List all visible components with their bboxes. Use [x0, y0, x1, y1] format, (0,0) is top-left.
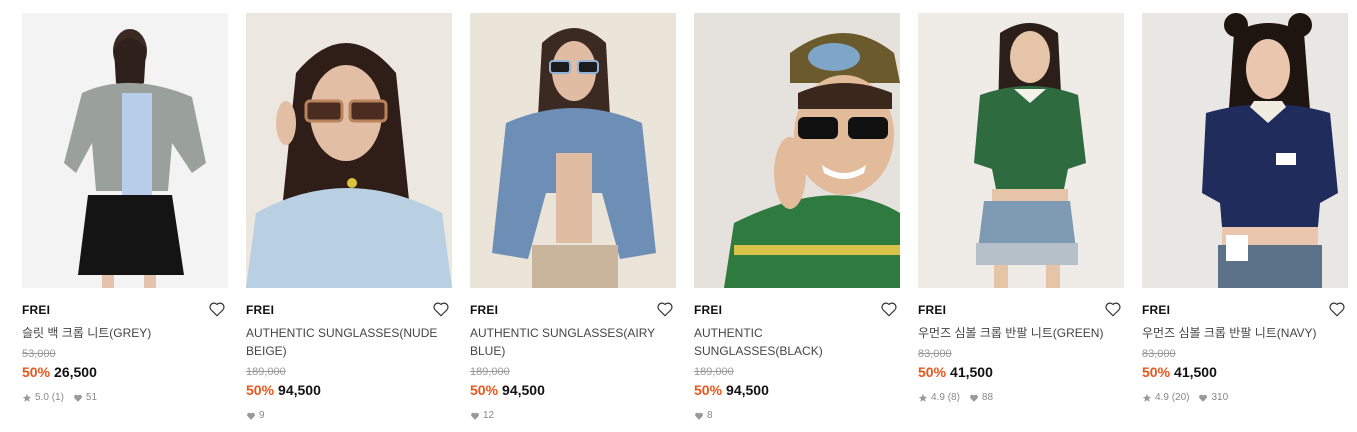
product-stats: 4.9 (20) 310 [1142, 392, 1348, 404]
discount-rate: 50% [246, 382, 275, 398]
product-image[interactable] [470, 13, 676, 288]
heart-icon [73, 393, 83, 403]
discount-rate: 50% [470, 382, 499, 398]
wishlist-heart-icon[interactable] [1104, 300, 1122, 318]
heart-icon [246, 411, 256, 421]
brand-name[interactable]: FREI [246, 303, 274, 317]
product-card[interactable]: FREI 우먼즈 심볼 크롭 반팔 니트(GREEN) 83,000 50% 41… [918, 13, 1124, 404]
like-count: 12 [483, 410, 495, 421]
original-price: 189,000 [694, 366, 734, 378]
brand-name[interactable]: FREI [918, 303, 946, 317]
product-stats: 4.9 (8) 88 [918, 392, 1124, 404]
product-image[interactable] [694, 13, 900, 288]
discount-rate: 50% [918, 364, 947, 380]
heart-icon [694, 411, 704, 421]
sale-price: 26,500 [54, 364, 97, 380]
brand-name[interactable]: FREI [1142, 303, 1170, 317]
heart-icon [969, 393, 979, 403]
review-count: (8) [947, 392, 960, 403]
product-card[interactable]: FREI 우먼즈 심볼 크롭 반팔 니트(NAVY) 83,000 50% 41,… [1142, 13, 1348, 404]
wishlist-heart-icon[interactable] [880, 300, 898, 318]
sale-price: 41,500 [1174, 364, 1217, 380]
like-count: 8 [707, 410, 713, 421]
like-count: 51 [85, 392, 98, 403]
product-stats: 9 [246, 410, 452, 422]
discount-rate: 50% [1142, 364, 1171, 380]
product-grid: FREI 슬릿 백 크롭 니트(GREY) 53,000 50% 26,500 5… [22, 13, 1352, 432]
rating-value: 5.0 [35, 392, 49, 403]
like-count: 88 [981, 392, 994, 403]
wishlist-heart-icon[interactable] [208, 300, 226, 318]
product-name[interactable]: 우먼즈 심볼 크롭 반팔 니트(NAVY) [1142, 324, 1348, 342]
product-name[interactable]: AUTHENTIC SUNGLASSES(NUDE BEIGE) [246, 324, 452, 360]
sale-price: 94,500 [502, 382, 545, 398]
brand-name[interactable]: FREI [694, 303, 722, 317]
discount-rate: 50% [694, 382, 723, 398]
original-price: 53,000 [22, 348, 56, 360]
product-name[interactable]: 우먼즈 심볼 크롭 반팔 니트(GREEN) [918, 324, 1124, 342]
star-icon [1142, 393, 1152, 403]
review-count: (20) [1171, 392, 1190, 403]
product-stats: 8 [694, 410, 900, 422]
rating-value: 4.9 [931, 392, 945, 403]
product-image[interactable] [1142, 13, 1348, 288]
brand-name[interactable]: FREI [22, 303, 50, 317]
original-price: 83,000 [1142, 348, 1176, 360]
product-card[interactable]: FREI AUTHENTIC SUNGLASSES(NUDE BEIGE) 18… [246, 13, 452, 422]
star-icon [918, 393, 928, 403]
star-icon [22, 393, 32, 403]
product-card[interactable]: FREI AUTHENTIC SUNGLASSES(AIRY BLUE) 189… [470, 13, 676, 422]
product-name[interactable]: AUTHENTIC SUNGLASSES(AIRY BLUE) [470, 324, 676, 360]
like-count: 9 [259, 410, 265, 421]
heart-icon [1198, 393, 1208, 403]
product-image[interactable] [918, 13, 1124, 288]
discount-rate: 50% [22, 364, 51, 380]
wishlist-heart-icon[interactable] [1328, 300, 1346, 318]
original-price: 189,000 [470, 366, 510, 378]
brand-name[interactable]: FREI [470, 303, 498, 317]
sale-price: 94,500 [278, 382, 321, 398]
rating-value: 4.9 [1155, 392, 1169, 403]
product-name[interactable]: AUTHENTIC SUNGLASSES(BLACK) [694, 324, 900, 360]
product-stats: 12 [470, 410, 676, 422]
product-image[interactable] [246, 13, 452, 288]
wishlist-heart-icon[interactable] [432, 300, 450, 318]
original-price: 189,000 [246, 366, 286, 378]
product-stats: 5.0 (1) 51 [22, 392, 228, 404]
review-count: (1) [51, 392, 64, 403]
product-name[interactable]: 슬릿 백 크롭 니트(GREY) [22, 324, 228, 342]
heart-icon [470, 411, 480, 421]
product-card[interactable]: FREI AUTHENTIC SUNGLASSES(BLACK) 189,000… [694, 13, 900, 422]
like-count: 310 [1211, 392, 1229, 403]
sale-price: 41,500 [950, 364, 993, 380]
sale-price: 94,500 [726, 382, 769, 398]
original-price: 83,000 [918, 348, 952, 360]
product-card[interactable]: FREI 슬릿 백 크롭 니트(GREY) 53,000 50% 26,500 5… [22, 13, 228, 404]
wishlist-heart-icon[interactable] [656, 300, 674, 318]
product-image[interactable] [22, 13, 228, 288]
